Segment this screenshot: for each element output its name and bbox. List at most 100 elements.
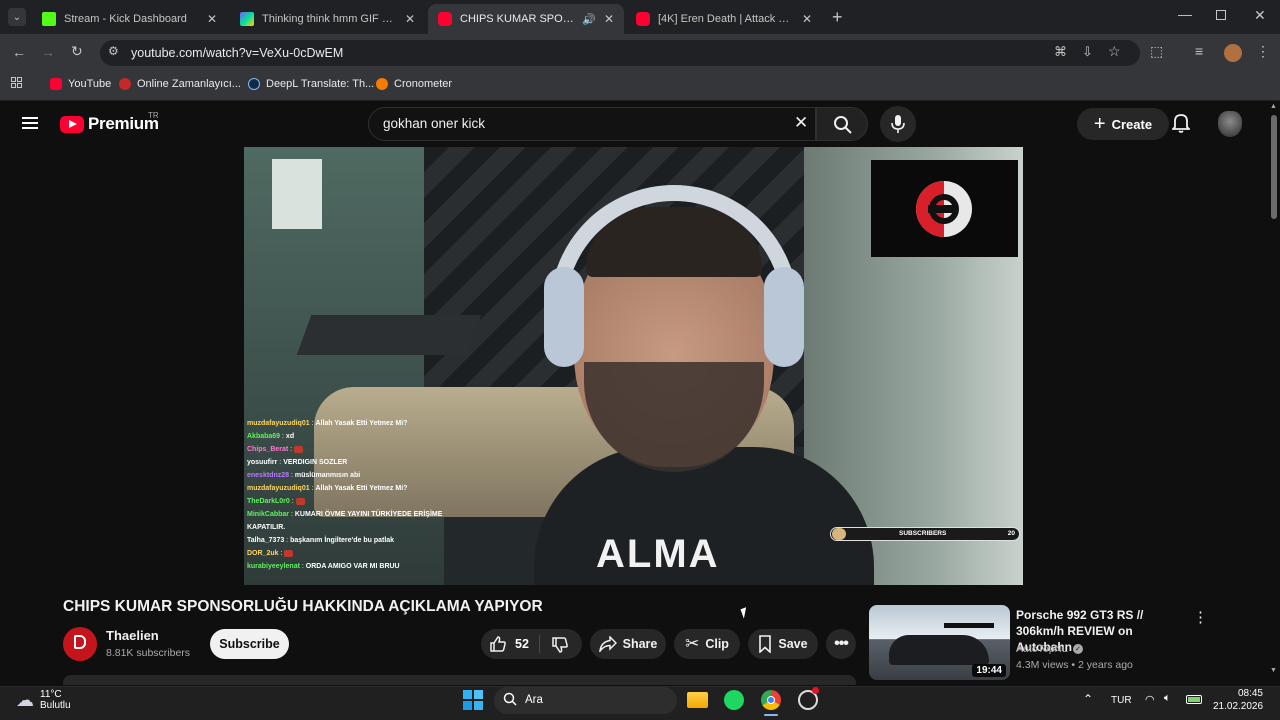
bookmark-online-zamanlayici[interactable]: Online Zamanlayıcı... [119, 78, 241, 90]
restore-icon[interactable] [1216, 10, 1226, 20]
kick-favicon-icon [42, 12, 56, 26]
minimize-icon[interactable]: — [1178, 6, 1192, 22]
translate-icon[interactable]: ⌘ [1054, 44, 1067, 60]
url-text[interactable]: youtube.com/watch?v=VeXu-0cDwEM [131, 46, 343, 60]
youtube-logo[interactable]: Premium [60, 114, 159, 134]
search-input[interactable]: gokhan oner kick [383, 116, 485, 131]
video-title: CHIPS KUMAR SPONSORLUĞU HAKKINDA AÇIKLAM… [63, 598, 543, 615]
chat-message: TheDarkL0r0 : [247, 495, 444, 508]
description-box-edge [63, 675, 856, 685]
bookmark-cronometer[interactable]: Cronometer [376, 78, 452, 90]
install-app-icon[interactable]: ⇩ [1082, 44, 1093, 60]
chat-username: Chips_Berat [247, 446, 289, 453]
extensions-icon[interactable]: ⬚ [1150, 43, 1163, 60]
more-menu-icon[interactable]: ⋮ [1256, 43, 1270, 60]
bookmark-deepl[interactable]: DeepL Translate: Th... [248, 78, 374, 90]
close-tab-icon[interactable]: ✕ [802, 12, 812, 26]
share-button[interactable]: Share [590, 629, 666, 659]
wifi-icon[interactable]: ◠ [1145, 693, 1155, 706]
youtube-favicon-icon [438, 12, 452, 26]
back-icon[interactable]: ← [12, 44, 26, 60]
forward-icon[interactable]: → [41, 44, 55, 60]
new-tab-icon[interactable]: + [832, 7, 843, 28]
close-tab-icon[interactable]: ✕ [405, 12, 415, 26]
input-language[interactable]: TUR [1111, 695, 1132, 706]
subscribe-button[interactable]: Subscribe [210, 629, 289, 659]
like-button[interactable]: 52 [489, 635, 529, 653]
tab-gif[interactable]: Thinking think hmm GIF on GIF ✕ [230, 4, 425, 34]
clip-button[interactable]: ✂ Clip [674, 629, 740, 659]
chat-username: Talha_7373 [247, 537, 285, 544]
speaker-icon[interactable]: 🔊 [582, 13, 596, 26]
chat-separator: : [289, 498, 296, 505]
reload-icon[interactable]: ↻ [71, 43, 83, 60]
page-scrollbar[interactable]: ▲ ▼ [1270, 103, 1278, 678]
thumbs-up-icon [490, 636, 506, 652]
taskbar-search[interactable] [494, 687, 677, 714]
bookmark-label: Online Zamanlayıcı... [137, 78, 241, 90]
subscribers-label: SUBSCRIBERS [899, 530, 947, 537]
profile-avatar[interactable] [1224, 44, 1242, 62]
cloud-icon: ☁ [16, 689, 34, 710]
scrollbar-thumb[interactable] [1271, 115, 1277, 219]
clock[interactable]: 08:45 21.02.2026 [1213, 688, 1263, 712]
close-tab-icon[interactable]: ✕ [207, 12, 217, 26]
chat-text: Allah Yasak Etti Yetmez Mi? [315, 485, 408, 492]
notification-dot-icon [812, 687, 819, 694]
verified-badge-icon: ✓ [1072, 644, 1083, 654]
chat-username: yosuufirr [247, 459, 278, 466]
chat-username: TheDarkL0r0 [247, 498, 290, 505]
chat-text: VERDIGIN SOZLER [283, 459, 348, 466]
channel-avatar[interactable] [63, 627, 97, 661]
search-button[interactable] [816, 107, 868, 141]
account-avatar[interactable] [1218, 111, 1242, 137]
bookmark-star-icon[interactable]: ☆ [1108, 43, 1121, 60]
tab-title: Thinking think hmm GIF on GIF [262, 13, 397, 25]
thumbs-down-icon [552, 637, 568, 653]
recommended-more-icon[interactable]: ⋮ [1193, 608, 1208, 626]
apps-grid-icon[interactable] [11, 77, 22, 88]
tab-title: Stream - Kick Dashboard [64, 13, 187, 25]
youtube-favicon-icon [636, 12, 650, 26]
scissors-icon: ✂ [685, 634, 700, 653]
save-button[interactable]: Save [748, 629, 818, 659]
more-actions-button[interactable]: ••• [826, 629, 856, 659]
chat-username: MinikCabbar [247, 511, 290, 518]
tab-eren-death[interactable]: [4K] Eren Death | Attack on Tita ✕ [626, 4, 822, 34]
car-body [889, 635, 989, 665]
media-controls-icon[interactable]: ≡ [1195, 43, 1203, 59]
notifications-bell-icon[interactable] [1170, 113, 1192, 138]
dislike-button[interactable] [551, 636, 569, 659]
file-explorer-icon[interactable] [687, 692, 708, 708]
clear-search-icon[interactable]: ✕ [794, 113, 808, 133]
chrome-icon[interactable] [761, 690, 781, 710]
voice-search-button[interactable] [880, 106, 916, 142]
tab-active-video[interactable]: CHIPS KUMAR SPONSORLU 🔊 ✕ [428, 4, 624, 34]
channel-label: AutoTopNL [1016, 643, 1068, 655]
recommended-thumbnail[interactable]: 19:44 [869, 605, 1010, 680]
site-info-icon[interactable]: ⚙ [108, 44, 119, 58]
tab-search-button[interactable]: ⌄ [8, 8, 26, 26]
channel-name[interactable]: Thaelien [106, 628, 159, 643]
plus-icon: + [1093, 113, 1106, 135]
close-tab-icon[interactable]: ✕ [604, 12, 614, 26]
create-button[interactable]: + Create [1077, 108, 1169, 140]
app-icon[interactable] [798, 687, 819, 710]
gif-favicon-icon [240, 12, 254, 26]
bookmark-youtube[interactable]: YouTube [50, 78, 111, 90]
tab-kick-dashboard[interactable]: Stream - Kick Dashboard ✕ [32, 4, 227, 34]
goal-progress-dot [832, 528, 846, 540]
show-hidden-icons[interactable]: ⌃ [1083, 692, 1093, 706]
close-window-icon[interactable]: ✕ [1254, 7, 1266, 24]
chat-message: muzdafayuzudiq01 : Allah Yasak Etti Yetm… [247, 482, 444, 495]
battery-icon[interactable] [1186, 695, 1202, 704]
weather-widget[interactable]: ☁ 11°C Bulutlu [16, 689, 71, 711]
volume-icon[interactable]: 🔈︎ [1164, 692, 1171, 705]
chat-message: yosuufirr : VERDIGIN SOZLER [247, 456, 444, 469]
clip-label: Clip [705, 637, 729, 651]
share-icon [598, 636, 617, 652]
windows-start-icon[interactable] [463, 690, 483, 710]
country-code: TR [148, 111, 159, 120]
hamburger-menu-icon[interactable] [22, 117, 38, 129]
spotify-icon[interactable] [724, 690, 744, 710]
